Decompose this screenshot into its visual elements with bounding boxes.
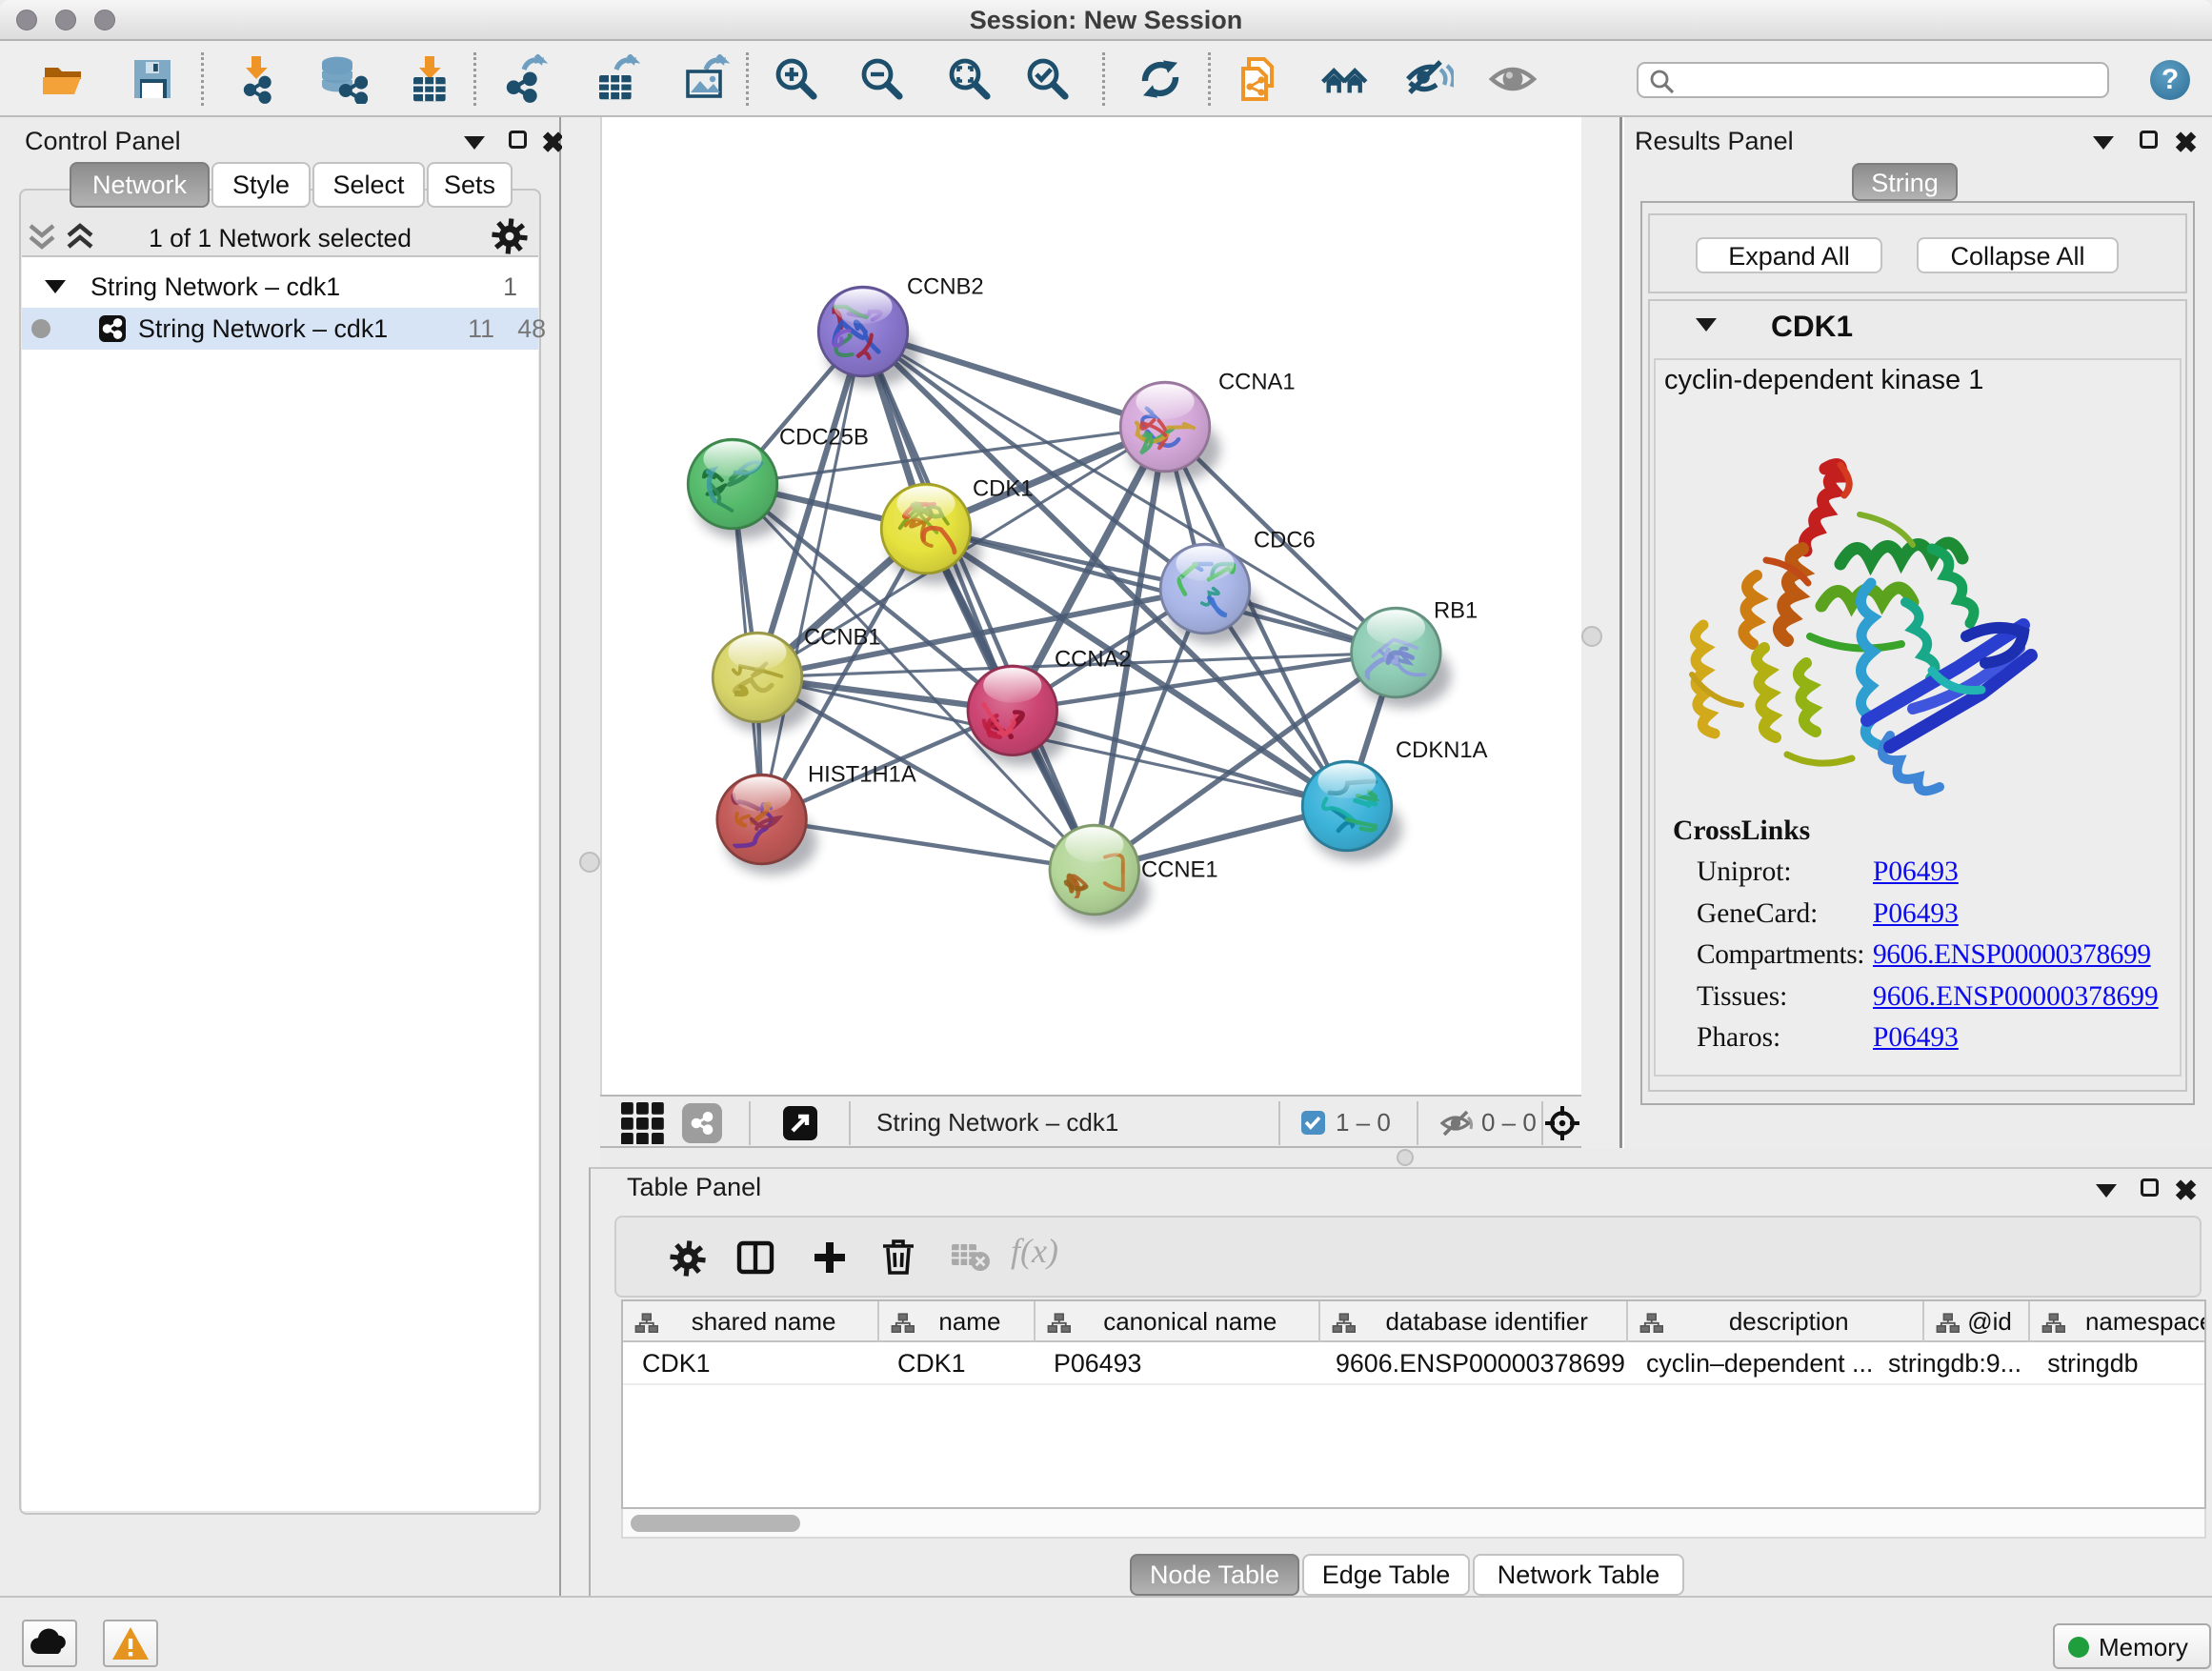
svg-text:CCNB1: CCNB1 (804, 625, 881, 651)
svg-text:CCNA1: CCNA1 (1218, 370, 1296, 395)
svg-text:CDKN1A: CDKN1A (1396, 737, 1488, 763)
svg-text:CCNE1: CCNE1 (1141, 857, 1218, 883)
svg-text:CDC6: CDC6 (1254, 528, 1316, 554)
svg-text:RB1: RB1 (1434, 598, 1478, 624)
svg-text:CDK1: CDK1 (973, 476, 1033, 502)
svg-text:CDC25B: CDC25B (779, 425, 869, 451)
svg-text:CCNA2: CCNA2 (1055, 647, 1132, 673)
svg-text:CCNB2: CCNB2 (907, 274, 984, 300)
svg-text:HIST1H1A: HIST1H1A (808, 762, 916, 788)
